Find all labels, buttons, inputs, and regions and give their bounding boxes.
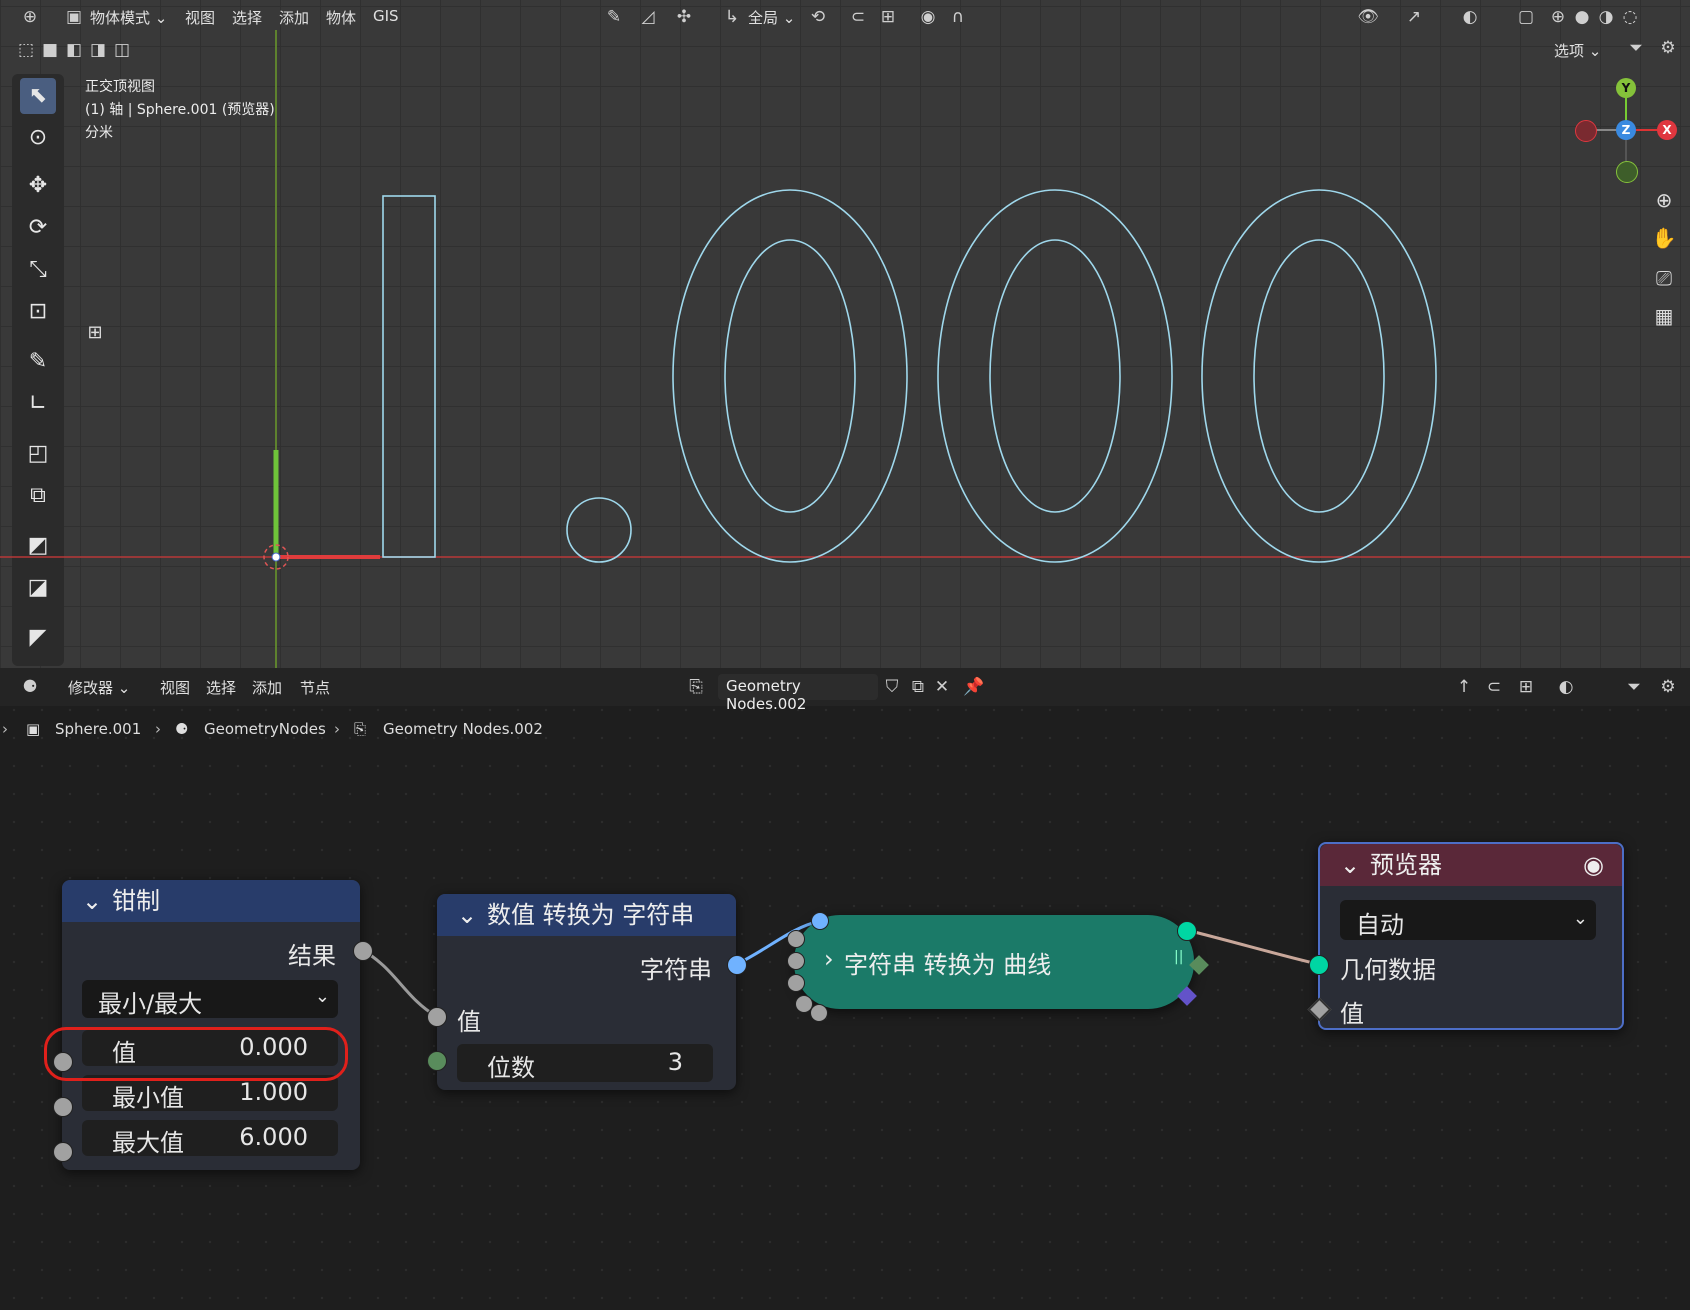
glyph-zero-2-inner bbox=[989, 239, 1121, 513]
dropdown-chevron-icon: ⌄ bbox=[1572, 908, 1588, 929]
string-to-curves-title: 字符串 转换为 曲线 bbox=[844, 951, 1052, 979]
viewer-node[interactable]: ⌄ 预览器 ◉ 自动 ⌄ 几何数据 值 bbox=[1318, 842, 1624, 1030]
clamp-title: 钳制 bbox=[112, 887, 160, 915]
viewer-title: 预览器 bbox=[1370, 851, 1442, 879]
clamp-mode-value: 最小/最大 bbox=[98, 990, 203, 1018]
clamp-max-number: 6.000 bbox=[239, 1123, 308, 1151]
drag-handle-icon[interactable]: || bbox=[1174, 949, 1183, 965]
eye-icon[interactable]: ◉ bbox=[1583, 844, 1604, 886]
viewer-domain-dropdown[interactable]: 自动 ⌄ bbox=[1340, 900, 1596, 940]
collapse-chevron-icon[interactable]: ⌄ bbox=[457, 894, 477, 936]
clamp-mode-dropdown[interactable]: 最小/最大 ⌄ bbox=[82, 980, 338, 1018]
clamp-max-field[interactable]: 最大值 6.000 bbox=[82, 1120, 338, 1157]
curve-instances-output-socket[interactable] bbox=[1177, 921, 1197, 941]
value-to-string-node[interactable]: ⌄ 数值 转换为 字符串 字符串 值 位数 3 bbox=[437, 894, 736, 1090]
clamp-output-label: 结果 bbox=[288, 942, 336, 970]
gizmo-neg-y[interactable] bbox=[1616, 161, 1638, 183]
clamp-result-socket[interactable] bbox=[353, 941, 373, 961]
stc-input-socket-6[interactable] bbox=[810, 1004, 828, 1022]
gizmo-y-axis[interactable]: Y bbox=[1616, 78, 1636, 98]
vts-value-input-socket[interactable] bbox=[427, 1007, 447, 1027]
value-to-string-title: 数值 转换为 字符串 bbox=[487, 901, 695, 929]
gizmo-x-axis[interactable]: X bbox=[1657, 120, 1677, 140]
clamp-max-socket[interactable] bbox=[53, 1142, 73, 1162]
text-curve-outline bbox=[382, 189, 1437, 563]
value-to-string-value-label: 值 bbox=[457, 1008, 481, 1036]
clamp-min-label: 最小值 bbox=[112, 1084, 184, 1112]
gizmo-neg-x[interactable] bbox=[1575, 120, 1597, 142]
glyph-zero-1-inner bbox=[724, 239, 856, 513]
viewer-domain-value: 自动 bbox=[1356, 911, 1404, 939]
grid-view-icon[interactable]: ▦ bbox=[1650, 302, 1678, 330]
stc-input-socket-4[interactable] bbox=[787, 974, 805, 992]
collapse-chevron-icon[interactable]: ⌄ bbox=[1340, 844, 1360, 886]
gizmo-z-axis[interactable]: Z bbox=[1616, 120, 1636, 140]
glyph-zero-3-outer bbox=[1201, 189, 1437, 563]
pan-hand-icon[interactable]: ✋ bbox=[1650, 224, 1678, 252]
string-output-socket[interactable] bbox=[727, 955, 747, 975]
decimals-input-socket[interactable] bbox=[427, 1051, 447, 1071]
scene-drawing bbox=[0, 30, 1690, 668]
camera-icon[interactable]: ⎚ bbox=[1650, 264, 1678, 292]
3d-viewport[interactable]: ⊕ ▣ 物体模式 ⌄ 视图 选择 添加 物体 GIS ✎ ◿ ✣ ↳ 全局 ⌄ … bbox=[0, 0, 1690, 668]
viewer-node-header[interactable]: ⌄ 预览器 ◉ bbox=[1320, 844, 1622, 886]
stc-input-socket-2[interactable] bbox=[787, 930, 805, 948]
glyph-zero-3-inner bbox=[1253, 239, 1385, 513]
collapse-chevron-icon[interactable]: ⌄ bbox=[82, 880, 102, 922]
clamp-node[interactable]: ⌄ 钳制 结果 最小/最大 ⌄ 值 0.000 最小值 1.000 最大值 6.… bbox=[62, 880, 360, 1170]
dropdown-chevron-icon: ⌄ bbox=[314, 986, 330, 1007]
link-curves-to-viewer bbox=[1185, 928, 1319, 966]
glyph-dot bbox=[566, 497, 632, 563]
glyph-one bbox=[382, 195, 436, 558]
clamp-min-number: 1.000 bbox=[239, 1078, 308, 1106]
link-clamp-to-value bbox=[361, 948, 437, 1018]
highlight-annotation bbox=[44, 1027, 348, 1081]
glyph-zero-1-outer bbox=[672, 189, 908, 563]
glyph-zero-2-outer bbox=[937, 189, 1173, 563]
expand-chevron-icon[interactable]: › bbox=[824, 945, 834, 973]
value-to-string-output-label: 字符串 bbox=[640, 956, 712, 984]
zoom-icon[interactable]: ⊕ bbox=[1650, 186, 1678, 214]
clamp-max-label: 最大值 bbox=[112, 1129, 184, 1157]
clamp-min-socket[interactable] bbox=[53, 1097, 73, 1117]
decimals-label: 位数 bbox=[487, 1054, 535, 1082]
value-to-string-header[interactable]: ⌄ 数值 转换为 字符串 bbox=[437, 894, 736, 936]
node-editor[interactable]: ⚈ 修改器 ⌄ 视图 选择 添加 节点 ⎘ Geometry Nodes.002… bbox=[0, 668, 1690, 1310]
decimals-field[interactable]: 位数 3 bbox=[457, 1044, 713, 1082]
clamp-node-header[interactable]: ⌄ 钳制 bbox=[62, 880, 360, 922]
viewer-geometry-label: 几何数据 bbox=[1340, 956, 1436, 984]
object-origin bbox=[271, 552, 281, 562]
viewer-value-label: 值 bbox=[1340, 1000, 1364, 1028]
viewer-geometry-socket[interactable] bbox=[1309, 955, 1329, 975]
string-to-curves-node[interactable]: › 字符串 转换为 曲线 || bbox=[794, 915, 1194, 1009]
decimals-value: 3 bbox=[667, 1048, 683, 1076]
stc-string-input-socket[interactable] bbox=[811, 912, 829, 930]
stc-input-socket-3[interactable] bbox=[787, 952, 805, 970]
